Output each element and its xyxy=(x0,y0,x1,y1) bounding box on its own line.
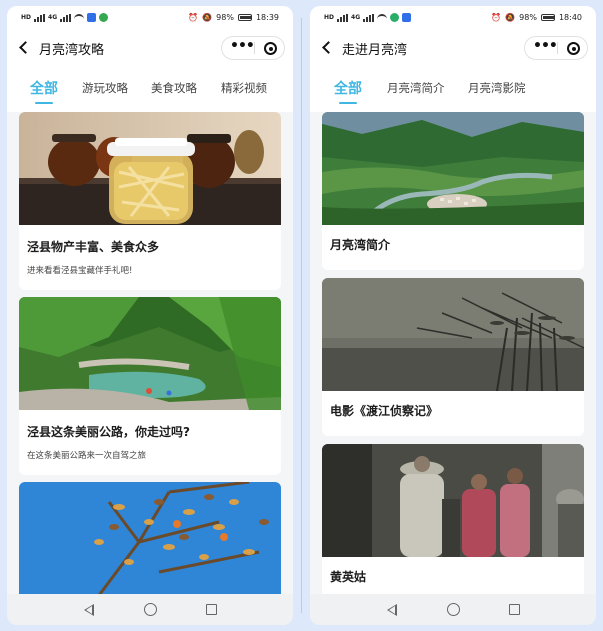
mute-icon: 🔕 xyxy=(202,13,213,22)
article-card[interactable]: 电影《渡江侦察记》 xyxy=(322,278,584,436)
tab-all[interactable]: 全部 xyxy=(30,78,58,104)
page-title: 月亮湾攻略 xyxy=(39,43,105,58)
signal-icon xyxy=(337,13,349,22)
status-icons-right: ⏰ 🔕 98% 18:40 xyxy=(491,13,582,22)
tab-videos[interactable]: 精彩视频 xyxy=(221,80,267,96)
article-title: 泾县这条美丽公路，你走过吗? xyxy=(27,425,190,439)
back-arrow-icon[interactable] xyxy=(322,41,335,54)
signal-icon-2 xyxy=(60,13,72,22)
battery-icon xyxy=(540,14,555,21)
close-mini-program-icon[interactable] xyxy=(264,42,277,55)
battery-icon xyxy=(237,14,252,21)
wifi-icon xyxy=(377,13,388,22)
system-recent-apps-icon[interactable] xyxy=(509,604,520,615)
alarm-icon: ⏰ xyxy=(491,13,502,22)
article-list: 月亮湾简介 电影《渡江侦察记》 黄英姑 xyxy=(310,112,596,594)
status-icons-left: HD 4G xyxy=(324,13,412,22)
more-options-icon[interactable]: ••• xyxy=(533,38,558,54)
close-mini-program-icon[interactable] xyxy=(567,42,580,55)
tab-travel-guide[interactable]: 游玩攻略 xyxy=(82,80,128,96)
phone-screen-right: HD 4G ⏰ 🔕 98% 18:40 走进月亮湾 ••• 全部 月亮湾简介 月… xyxy=(310,6,596,625)
app-notification-icon xyxy=(402,13,412,22)
back-arrow-icon[interactable] xyxy=(19,41,32,54)
app-notification-icon-2 xyxy=(99,13,109,22)
page-title: 走进月亮湾 xyxy=(342,43,408,58)
status-icons-right: ⏰ 🔕 98% 18:39 xyxy=(188,13,279,22)
title-bar: 月亮湾攻略 ••• xyxy=(7,30,293,70)
article-card[interactable]: 黄英姑 xyxy=(322,444,584,594)
category-tabs: 全部 游玩攻略 美食攻略 精彩视频 xyxy=(7,70,293,112)
title-bar: 走进月亮湾 ••• xyxy=(310,30,596,70)
wifi-icon xyxy=(74,13,85,22)
capsule-divider xyxy=(254,42,255,54)
system-home-icon[interactable] xyxy=(447,603,460,616)
network-gen-label: 4G xyxy=(48,13,58,21)
aerial-moon-bay-photo xyxy=(322,112,584,225)
article-subtitle: 进来看看泾县宝藏伴手礼吧! xyxy=(27,266,133,276)
article-card[interactable] xyxy=(19,482,281,594)
network-type-label: HD xyxy=(324,13,335,21)
screen-divider xyxy=(301,18,302,613)
status-icons-left: HD 4G xyxy=(21,13,109,22)
tab-food-guide[interactable]: 美食攻略 xyxy=(151,80,197,96)
clock-time: 18:39 xyxy=(255,13,279,22)
article-card[interactable]: 泾县这条美丽公路，你走过吗? 在这条美丽公路来一次自驾之旅 xyxy=(19,297,281,475)
tab-moon-bay-intro[interactable]: 月亮湾简介 xyxy=(387,80,445,96)
battery-percent: 98% xyxy=(519,13,537,22)
more-options-icon[interactable]: ••• xyxy=(230,38,255,54)
system-back-icon[interactable] xyxy=(387,604,397,616)
signal-icon xyxy=(34,13,46,22)
phone-screen-left: HD 4G ⏰ 🔕 98% 18:39 月亮湾攻略 ••• 全部 游玩攻略 美食… xyxy=(7,6,293,625)
alarm-icon: ⏰ xyxy=(188,13,199,22)
film-still-reeds-photo xyxy=(322,278,584,391)
article-title: 电影《渡江侦察记》 xyxy=(330,404,439,418)
mini-program-capsule: ••• xyxy=(221,36,285,60)
capsule-divider xyxy=(557,42,558,54)
jars-of-local-food-photo xyxy=(19,112,281,225)
status-bar: HD 4G ⏰ 🔕 98% 18:39 xyxy=(7,6,293,30)
system-home-icon[interactable] xyxy=(144,603,157,616)
network-gen-label: 4G xyxy=(351,13,361,21)
battery-percent: 98% xyxy=(216,13,234,22)
tab-all[interactable]: 全部 xyxy=(334,78,362,104)
mute-icon: 🔕 xyxy=(505,13,516,22)
article-subtitle: 在这条美丽公路来一次自驾之旅 xyxy=(27,451,147,461)
signal-icon-2 xyxy=(363,13,375,22)
clock-time: 18:40 xyxy=(558,13,582,22)
film-still-street-photo xyxy=(322,444,584,557)
article-title: 泾县物产丰富、美食众多 xyxy=(27,240,160,254)
mountain-river-road-photo xyxy=(19,297,281,410)
article-card[interactable]: 月亮湾简介 xyxy=(322,112,584,270)
system-navigation-bar xyxy=(310,594,596,625)
category-tabs: 全部 月亮湾简介 月亮湾影院 xyxy=(310,70,596,112)
article-title: 黄英姑 xyxy=(330,570,367,584)
network-type-label: HD xyxy=(21,13,32,21)
article-list: 泾县物产丰富、美食众多 进来看看泾县宝藏伴手礼吧! 泾县这条美丽公路，你走过吗?… xyxy=(7,112,293,594)
app-wechat-icon xyxy=(390,13,400,22)
status-bar: HD 4G ⏰ 🔕 98% 18:40 xyxy=(310,6,596,30)
persimmon-tree-photo xyxy=(19,482,281,594)
system-navigation-bar xyxy=(7,594,293,625)
article-card[interactable]: 泾县物产丰富、美食众多 进来看看泾县宝藏伴手礼吧! xyxy=(19,112,281,290)
mini-program-capsule: ••• xyxy=(524,36,588,60)
system-back-icon[interactable] xyxy=(84,604,94,616)
article-title: 月亮湾简介 xyxy=(330,238,391,252)
tab-moon-bay-cinema[interactable]: 月亮湾影院 xyxy=(468,80,526,96)
app-notification-icon xyxy=(87,13,97,22)
system-recent-apps-icon[interactable] xyxy=(206,604,217,615)
